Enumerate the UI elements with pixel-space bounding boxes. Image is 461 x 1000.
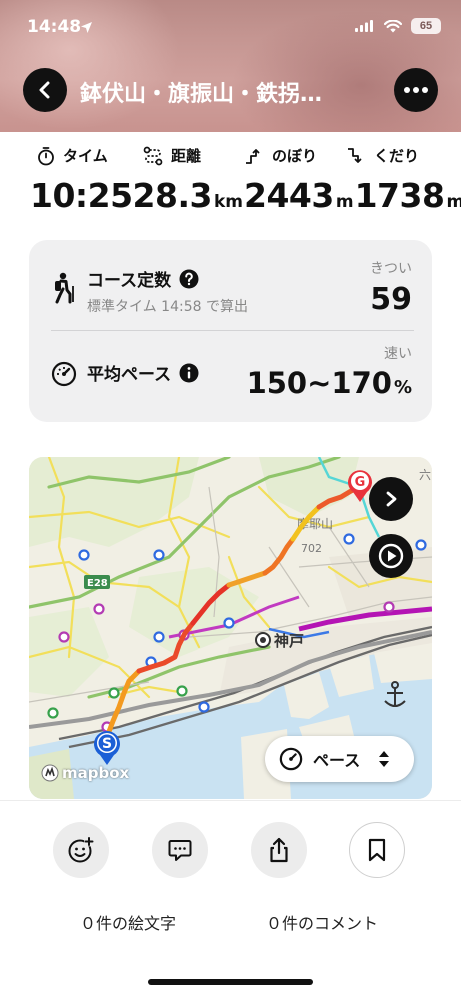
ascent-unit: m [335, 192, 354, 212]
status-time: 14:48 [27, 17, 82, 37]
ascent-value: 2443 [244, 176, 334, 215]
difficulty-level: きつい [370, 261, 412, 277]
descent-icon [348, 147, 362, 163]
stats-labels: タイム 距離 のぼり くだり [0, 145, 461, 169]
location-arrow-icon [81, 22, 92, 33]
bookmark-icon [368, 838, 386, 862]
goal-marker-label: G [355, 475, 366, 490]
play-circle-icon [378, 543, 404, 569]
add-emoji-icon [68, 836, 94, 863]
mapbox-text: mapbox [62, 764, 130, 782]
start-marker-label: S [102, 736, 112, 752]
course-constant-label: コース定数 [87, 271, 172, 291]
comment-icon [168, 840, 192, 861]
wifi-icon [384, 19, 402, 32]
share-icon [270, 837, 288, 863]
course-constant-title: コース定数 [87, 266, 199, 291]
mapbox-attribution[interactable]: mapbox [41, 764, 129, 782]
distance-label: 距離 [171, 147, 202, 165]
home-indicator [148, 979, 313, 985]
ascent-label: のぼり [272, 147, 318, 165]
kobe-station-marker: 神戸 [255, 632, 304, 650]
title-bar: 鉢伏山・旗振山・鉄拐… [0, 64, 461, 116]
average-pace-value: 150~170 [246, 366, 392, 400]
average-pace-title: 平均ペース [87, 360, 199, 385]
emoji-count[interactable]: ０件の絵文字 [80, 910, 176, 934]
chevron-right-icon [386, 491, 397, 507]
ascent-stat-label: のぼり [244, 145, 317, 166]
distance-value: 28.3 [132, 176, 213, 215]
battery-indicator: 65 [411, 18, 441, 34]
pace-selector[interactable]: ペース [265, 736, 414, 782]
time-label: タイム [63, 147, 108, 165]
share-button[interactable] [251, 822, 307, 878]
route-icon [143, 146, 163, 165]
chevron-left-icon [39, 81, 50, 99]
emoji-reaction-button[interactable] [53, 822, 109, 878]
signal-icon [355, 20, 373, 32]
bottom-divider [0, 800, 461, 801]
course-constant-row: コース定数 標準タイム 14:58 で算出 きつい 59 [29, 240, 432, 331]
descent-value: 1738 [354, 176, 445, 215]
kobe-label: 神戸 [274, 632, 304, 650]
distance-unit: km [213, 192, 243, 212]
time-stat-label: タイム [37, 145, 108, 166]
area-label: 六 [419, 468, 431, 482]
hiker-icon [55, 272, 74, 304]
mapbox-logo-icon [41, 764, 59, 782]
comment-button[interactable] [152, 822, 208, 878]
average-pace-label: 平均ペース [87, 365, 172, 385]
average-pace-value-group: 150~170 % [247, 366, 412, 400]
question-circle-icon[interactable] [179, 269, 199, 289]
course-constant-value: 59 [370, 282, 412, 317]
descent-unit: m [446, 192, 461, 212]
average-pace-row: 平均ペース 速い 150~170 % [29, 331, 432, 422]
average-pace-unit: % [393, 377, 412, 398]
header-background: 14:48 65 鉢伏山・旗振山・鉄拐… [0, 0, 461, 132]
page-title: 鉢伏山・旗振山・鉄拐… [80, 82, 323, 107]
bookmark-button[interactable] [349, 822, 405, 878]
stopwatch-icon [38, 146, 54, 165]
stats-values: 10:25 28.3 km 2443 m 1738 m [30, 176, 461, 215]
status-bar: 14:48 65 [0, 0, 461, 56]
descent-stat-label: くだり [346, 145, 419, 166]
sort-arrows-icon [379, 751, 390, 767]
descent-label: くだり [374, 147, 420, 165]
ascent-icon [246, 148, 260, 164]
time-value: 10:25 [30, 176, 133, 215]
info-circle-icon[interactable] [179, 363, 199, 383]
route-map[interactable]: 神戸 E28 摩耶山 702 六 S G ペース mapbox [29, 457, 432, 799]
elevation-label: 702 [301, 542, 322, 555]
course-summary-card: コース定数 標準タイム 14:58 で算出 きつい 59 平均ペース 速い 15… [29, 240, 432, 422]
pace-selector-label: ペース [313, 751, 361, 770]
distance-stat-label: 距離 [143, 145, 201, 166]
more-options-button[interactable] [394, 68, 438, 112]
map-play-button[interactable] [369, 534, 413, 578]
standard-time-note: 標準タイム 14:58 で算出 [87, 299, 248, 315]
pace-level: 速い [384, 346, 412, 362]
start-marker[interactable]: S [92, 728, 122, 766]
e28-label: E28 [87, 578, 108, 589]
speedometer-icon [279, 747, 303, 771]
speedometer-icon [51, 361, 77, 387]
back-button[interactable] [23, 68, 67, 112]
map-expand-button[interactable] [369, 477, 413, 521]
comment-count[interactable]: ０件のコメント [266, 910, 378, 934]
ellipsis-icon [404, 87, 428, 93]
